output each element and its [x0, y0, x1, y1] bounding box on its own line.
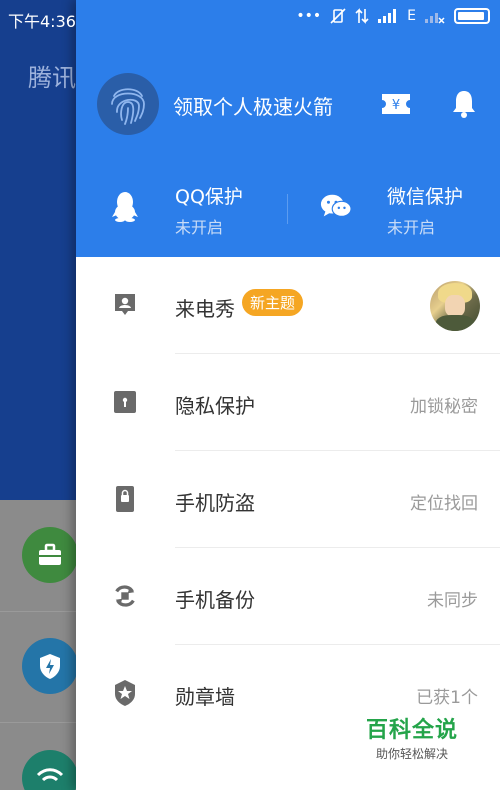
- menu-item-value: 未同步: [427, 591, 478, 611]
- new-theme-badge: 新主题: [242, 289, 304, 316]
- menu-item-label: 手机防盗: [175, 491, 255, 515]
- signal-icon: [378, 9, 397, 23]
- watermark: 百科全说 助你轻松解决: [366, 712, 458, 762]
- privacy-lock-icon: [112, 388, 138, 416]
- svg-text:¥: ¥: [392, 98, 400, 113]
- menu-item-caller-show[interactable]: 来电秀 新主题: [76, 257, 500, 354]
- promo-text[interactable]: 领取个人极速火箭: [173, 91, 333, 120]
- signal-no-sim-icon: [425, 13, 445, 24]
- data-arrows-icon: [355, 8, 369, 24]
- wechat-protection[interactable]: 微信保护 未开启: [288, 178, 500, 240]
- menu-item-value: 定位找回: [410, 494, 478, 514]
- watermark-subtitle: 助你轻松解决: [376, 747, 449, 761]
- status-time: 下午4:36: [8, 12, 76, 31]
- medal-icon: [112, 679, 138, 707]
- status-bar: 下午4:36 ••• E: [0, 0, 500, 36]
- mute-vibrate-icon: [330, 8, 346, 24]
- status-icons: ••• E: [296, 7, 490, 25]
- qq-protection-status: 未开启: [175, 218, 224, 237]
- background-app-title: 腾讯: [28, 64, 76, 92]
- menu-item-label: 来电秀: [175, 297, 235, 321]
- caller-show-icon: [112, 291, 138, 319]
- toolbox-icon[interactable]: [22, 527, 78, 583]
- bell-icon[interactable]: [448, 88, 480, 120]
- qq-penguin-icon: [109, 190, 141, 222]
- wechat-protection-name: 微信保护: [387, 186, 464, 208]
- network-type: E: [407, 8, 416, 24]
- wechat-protection-status: 未开启: [387, 218, 436, 237]
- fingerprint-icon[interactable]: [97, 73, 159, 135]
- menu-item-value: 加锁秘密: [410, 397, 478, 417]
- ticket-icon[interactable]: ¥: [380, 88, 412, 120]
- phone-lock-icon: [112, 485, 138, 513]
- qq-protection[interactable]: QQ保护 未开启: [76, 178, 287, 240]
- wechat-icon: [320, 190, 352, 222]
- menu-item-label: 手机备份: [175, 588, 255, 612]
- menu-item-anti-theft[interactable]: 手机防盗 定位找回: [76, 451, 500, 548]
- theme-avatar[interactable]: [430, 281, 480, 331]
- qq-protection-name: QQ保护: [175, 186, 243, 208]
- menu-item-value: 已获1个: [416, 688, 478, 708]
- drawer-header: 领取个人极速火箭 ¥ QQ保护 未开启 微信保护 未开启: [76, 0, 500, 257]
- menu-item-label: 隐私保护: [175, 394, 255, 418]
- menu-item-privacy[interactable]: 隐私保护 加锁秘密: [76, 354, 500, 451]
- more-dots-icon: •••: [296, 8, 322, 24]
- sync-backup-icon: [112, 582, 138, 610]
- background-divider: [0, 611, 76, 612]
- side-drawer: 领取个人极速火箭 ¥ QQ保护 未开启 微信保护 未开启 来电秀 新主题 隐私保…: [76, 0, 500, 790]
- menu-item-backup[interactable]: 手机备份 未同步: [76, 548, 500, 645]
- shield-bolt-icon[interactable]: [22, 638, 78, 694]
- menu-item-label: 勋章墙: [175, 685, 235, 709]
- drawer-menu: 来电秀 新主题 隐私保护 加锁秘密 手机防盗 定位找回 手机备份 未同步 勋章墙…: [76, 257, 500, 742]
- battery-icon: [454, 8, 490, 24]
- watermark-title: 百科全说: [366, 718, 459, 743]
- background-divider: [0, 722, 76, 723]
